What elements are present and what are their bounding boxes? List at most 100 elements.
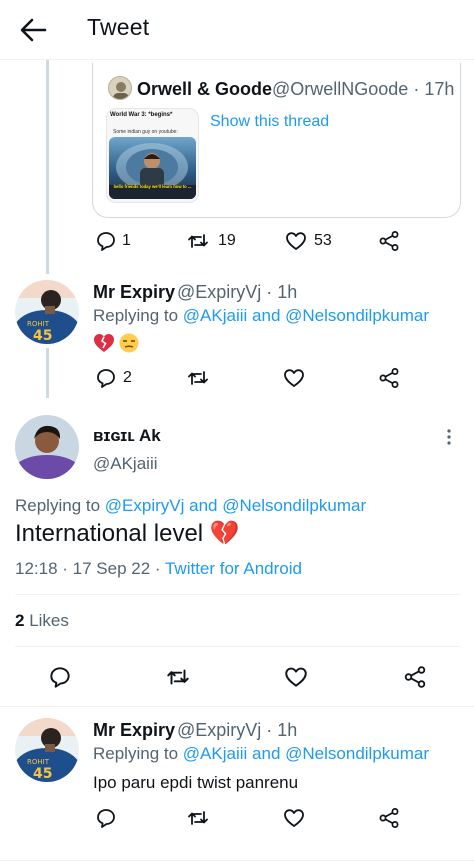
author-handle[interactable]: @AKjaiii: [93, 454, 158, 474]
avatar-jersey-number: 45: [33, 766, 52, 782]
tweet-time: 1h: [277, 720, 298, 740]
quoted-author-name[interactable]: Orwell & Goode: [137, 79, 272, 100]
avatar-jersey-name: ROHIT: [27, 758, 50, 766]
tweet-timestamp-row: 12:18 · 17 Sep 22 · Twitter for Android: [15, 559, 302, 579]
retweet-button[interactable]: [186, 229, 210, 253]
likes-count: 2: [15, 611, 25, 630]
reply-count: 1: [122, 232, 131, 249]
divider: [0, 706, 474, 707]
heart-icon: [284, 369, 304, 387]
back-button[interactable]: [18, 16, 48, 44]
author-name[interactable]: Mr Expiry: [93, 720, 175, 741]
tweet-client-link[interactable]: Twitter for Android: [165, 559, 302, 578]
tweet-text: Ipo paru epdi twist panrenu: [93, 773, 299, 792]
replying-and: and: [252, 744, 281, 763]
retweet-button[interactable]: [186, 806, 210, 830]
mention-link[interactable]: @AKjaiii: [183, 744, 248, 763]
like-count: 53: [314, 232, 332, 249]
retweet-button[interactable]: [186, 366, 210, 390]
avatar-jersey-number: 45: [33, 328, 52, 344]
divider: [0, 860, 474, 861]
heart-icon: [286, 232, 306, 250]
reply-button[interactable]: [94, 366, 118, 390]
likes-summary[interactable]: 2 Likes: [15, 611, 69, 631]
replying-to: Replying to @ExpiryVj and @Nelsondilpkum…: [15, 496, 366, 516]
quoted-image-caption: hello friends today we'll learn how to .…: [113, 184, 192, 189]
reply-button[interactable]: [94, 806, 118, 830]
share-icon: [379, 231, 399, 251]
author-name[interactable]: ʙɪɢɪʟ Ak: [93, 426, 161, 446]
author-meta: @ExpiryVj · 1h: [177, 282, 298, 302]
author-name[interactable]: Mr Expiry: [93, 282, 175, 303]
avatar[interactable]: ROHIT 45: [15, 280, 79, 344]
share-button[interactable]: [377, 806, 401, 830]
thread-line: [46, 348, 49, 398]
arrow-left-icon: [20, 18, 47, 42]
thread-line: [46, 60, 49, 274]
author-handle[interactable]: @ExpiryVj: [177, 720, 261, 740]
mention-link[interactable]: @Nelsondilpkumar: [285, 306, 429, 325]
like-button[interactable]: [284, 229, 308, 253]
more-options-button[interactable]: [443, 428, 455, 446]
quoted-author-handle[interactable]: @OrwellNGoode: [272, 79, 408, 99]
avatar-jersey-name: ROHIT: [27, 320, 50, 328]
tweet-text: 💔😒: [93, 332, 141, 354]
tweet-time: 1h: [277, 282, 298, 302]
replying-prefix: Replying to: [93, 306, 179, 325]
reply-icon: [97, 369, 115, 388]
quoted-image-subtitle: Some indian guy on youtube:: [113, 129, 178, 135]
heart-icon: [284, 809, 304, 827]
reply-icon: [50, 667, 70, 688]
share-button[interactable]: [402, 664, 428, 690]
like-button[interactable]: [282, 806, 306, 830]
retweet-button[interactable]: [165, 664, 191, 690]
replying-to: Replying to @AKjaiii and @Nelsondilpkuma…: [93, 744, 429, 764]
retweet-count: 19: [218, 232, 236, 249]
avatar[interactable]: ROHIT 45: [15, 718, 79, 782]
tweet-timestamp[interactable]: 12:18 · 17 Sep 22 ·: [15, 559, 161, 578]
share-icon: [404, 666, 426, 688]
like-button[interactable]: [283, 664, 309, 690]
retweet-icon: [167, 669, 189, 685]
like-button[interactable]: [282, 366, 306, 390]
share-button[interactable]: [377, 229, 401, 253]
reply-icon: [97, 809, 115, 828]
tweet-text: International level 💔: [15, 520, 240, 547]
quoted-image-scene: hello friends today we'll learn how to .…: [109, 137, 196, 199]
divider: [15, 594, 460, 595]
retweet-icon: [188, 811, 208, 825]
share-icon: [379, 808, 399, 828]
mention-link[interactable]: @Nelsondilpkumar: [222, 496, 366, 515]
reply-icon: [97, 232, 115, 251]
share-button[interactable]: [377, 366, 401, 390]
heart-icon: [285, 667, 307, 687]
replying-and: and: [189, 496, 218, 515]
mention-link[interactable]: @AKjaiii: [183, 306, 248, 325]
mention-link[interactable]: @ExpiryVj: [105, 496, 185, 515]
top-bar: [0, 0, 474, 60]
quoted-avatar[interactable]: [108, 76, 132, 100]
retweet-icon: [188, 234, 208, 248]
share-icon: [379, 368, 399, 388]
replying-to: Replying to @AKjaiii and @Nelsondilpkuma…: [93, 306, 429, 326]
avatar[interactable]: [15, 415, 79, 479]
replying-prefix: Replying to: [93, 744, 179, 763]
replying-and: and: [252, 306, 281, 325]
divider: [15, 646, 460, 647]
mention-link[interactable]: @Nelsondilpkumar: [285, 744, 429, 763]
reply-button[interactable]: [47, 664, 73, 690]
retweet-icon: [188, 371, 208, 385]
reply-button[interactable]: [94, 229, 118, 253]
page-title: Tweet: [87, 14, 150, 40]
reply-count: 2: [123, 369, 132, 386]
author-meta: @ExpiryVj · 1h: [177, 720, 298, 740]
replying-prefix: Replying to: [15, 496, 101, 515]
quoted-image[interactable]: World War 3: *begins* Some indian guy on…: [106, 108, 199, 203]
likes-label: Likes: [29, 611, 69, 630]
more-vertical-icon: [447, 429, 451, 445]
quoted-author-meta: @OrwellNGoode · 17h: [272, 79, 455, 99]
show-thread-link[interactable]: Show this thread: [210, 113, 329, 131]
quoted-image-title: World War 3: *begins*: [110, 112, 173, 118]
author-handle[interactable]: @ExpiryVj: [177, 282, 261, 302]
quoted-time: 17h: [424, 79, 455, 99]
